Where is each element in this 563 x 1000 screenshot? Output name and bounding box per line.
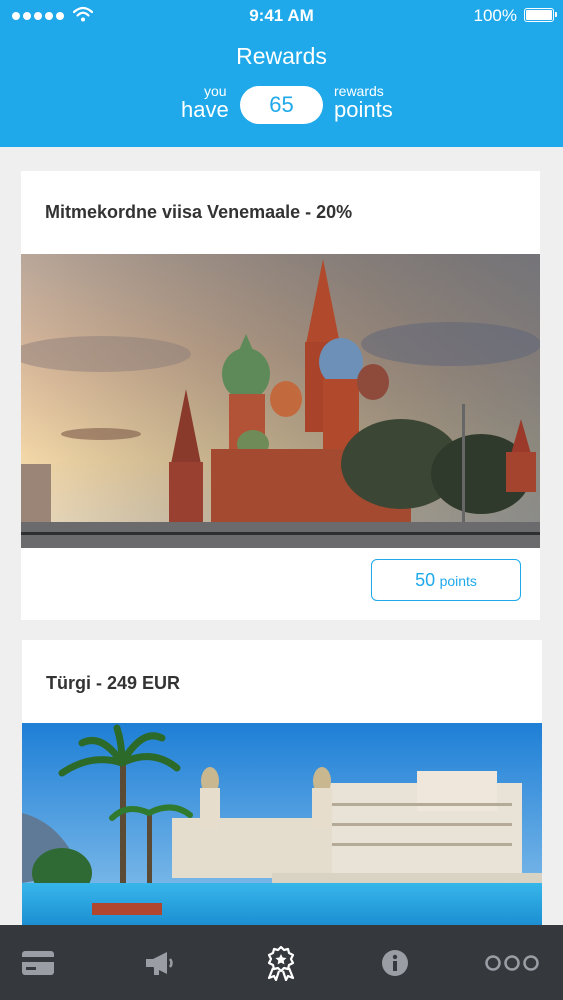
award-ribbon-icon [267, 945, 295, 981]
battery-icon [524, 8, 557, 22]
tab-more[interactable] [472, 925, 552, 1000]
info-icon [382, 949, 408, 976]
reward-footer: 50 points [21, 548, 540, 620]
redeem-points-value: 50 [415, 570, 436, 590]
tab-rewards[interactable] [241, 925, 321, 1000]
battery-percentage: 100% [473, 6, 517, 25]
reward-title: Mitmekordne viisa Venemaale - 20% [45, 202, 353, 222]
turkey-resort-photo [22, 723, 542, 925]
points-label: points [334, 97, 393, 122]
reward-image [21, 254, 540, 548]
megaphone-icon [146, 951, 173, 975]
st-basils-cathedral-photo [21, 254, 540, 548]
points-summary: you have 65 rewards points [0, 83, 563, 125]
reward-title: Türgi - 249 EUR [46, 673, 181, 693]
reward-card[interactable]: Türgi - 249 EUR [22, 640, 542, 725]
more-dots-icon [485, 954, 539, 971]
tab-cards[interactable] [0, 925, 78, 1000]
credit-card-icon [22, 950, 54, 975]
status-bar: 9:41 AM 100% [0, 0, 563, 32]
page-title: Rewards [236, 43, 327, 69]
rewards-label: rewards [334, 83, 384, 99]
header: 9:41 AM 100% Rewards you have 65 rewards… [0, 0, 563, 147]
points-balance-badge: 65 [240, 86, 323, 124]
have-label: have [181, 97, 229, 122]
redeem-points-unit: points [439, 573, 477, 589]
reward-image [22, 723, 542, 925]
reward-card[interactable]: Mitmekordne viisa Venemaale - 20% [21, 171, 540, 256]
you-label: you [204, 83, 227, 99]
tab-news[interactable] [119, 925, 199, 1000]
tab-bar [0, 925, 563, 1000]
tab-info[interactable] [355, 925, 435, 1000]
redeem-points-button[interactable]: 50 points [371, 559, 521, 601]
